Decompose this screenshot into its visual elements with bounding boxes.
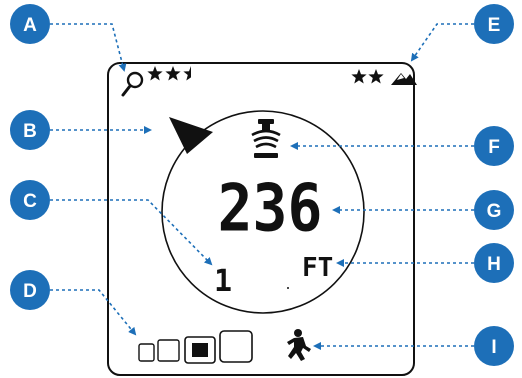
callout-e: E: [474, 4, 514, 44]
device-annotation-diagram: 236 FT 1 A B C D E F G H I: [10, 4, 514, 376]
callout-h-label: H: [487, 254, 501, 275]
callout-i-label: I: [491, 337, 496, 358]
distance-unit-label: FT: [302, 253, 333, 283]
callout-f: F: [474, 126, 514, 166]
leader-line-e: [410, 23, 474, 62]
callout-a-label: A: [23, 15, 37, 36]
callout-d-label: D: [23, 281, 37, 302]
callout-d: D: [10, 270, 50, 310]
secondary-digit: 1: [214, 264, 232, 299]
callout-c: C: [10, 180, 50, 220]
callout-g: G: [474, 190, 514, 230]
callout-f-label: F: [488, 137, 500, 158]
callout-i: I: [474, 326, 514, 366]
callout-b: B: [10, 110, 50, 150]
callout-g-label: G: [487, 201, 502, 222]
leader-line-a: [50, 23, 127, 72]
callout-e-label: E: [488, 15, 501, 36]
callout-h: H: [474, 243, 514, 283]
callout-b-label: B: [23, 121, 37, 142]
callout-a: A: [10, 4, 50, 44]
display-dot: [287, 287, 289, 289]
callout-c-label: C: [23, 191, 37, 212]
distance-reading-value: 236: [218, 171, 323, 247]
